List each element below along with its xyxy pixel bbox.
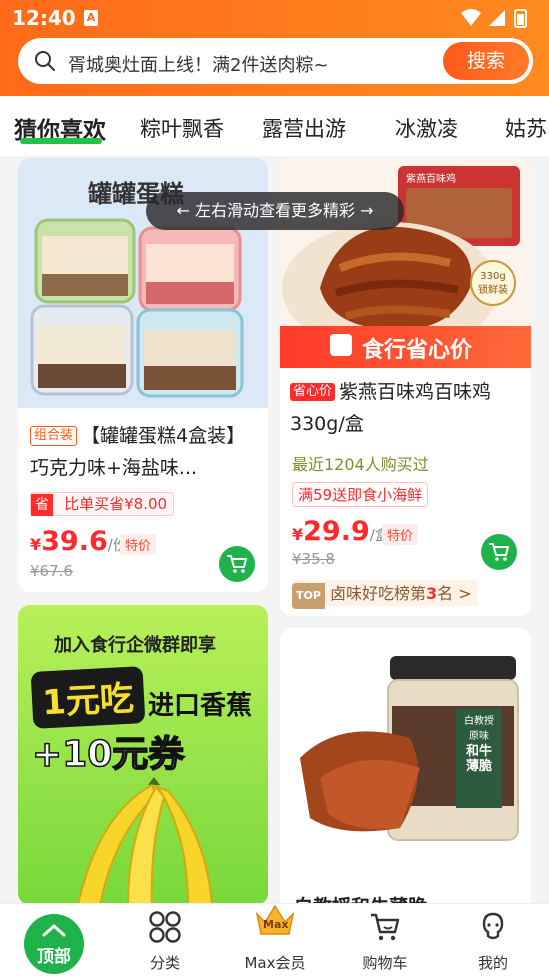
tab-zongye[interactable]: 粽叶飘香 [140,113,224,143]
promo-gift: 满59送即食小海鲜 [292,482,429,507]
app-notification-icon: A [84,10,98,26]
wifi-icon [461,9,481,26]
promo-line2: 进口香蕉 [148,691,253,721]
cart-icon [489,543,509,561]
promo-card-banana[interactable]: 加入食行企微群即享 1元吃 进口香蕉 +10元券 [18,605,268,905]
user-icon [482,912,504,940]
recent-buyers: 最近1204人购买过 [292,455,429,474]
save-badge: 省 [31,494,53,516]
special-tag: 特价 [120,534,157,555]
swipe-hint: ← 左右滑动查看更多精彩 → [146,192,404,230]
weight-badge: 330g 锁鲜装 [470,260,516,306]
active-tab-indicator [20,138,102,144]
jar-label: 白教授 原味 和牛薄脆 [456,708,502,808]
status-bar: 12:40 A [0,0,549,36]
combo-tag: 组合装 [30,426,78,446]
promo-line1: 加入食行企微群即享 [54,635,216,656]
status-time: 12:40 [12,6,76,30]
cart-icon [371,913,400,941]
ranking-link[interactable]: TOP 卤味好吃榜第3名 > [292,580,478,609]
product-title-cake: 组合装 【罐罐蛋糕4盒装】巧克力味+海盐味... [30,425,246,479]
price-cake: ¥39.6/份 [30,526,128,557]
one-yuan-badge: 1元吃 [30,666,146,729]
back-to-top-button[interactable]: 顶部 [24,914,84,974]
top-badge: TOP [292,583,325,609]
category-tabs: 猜你喜欢 粽叶飘香 露营出游 冰激凌 姑苏 [0,96,549,156]
coupon-text: +10元券 [31,733,185,776]
chevron-up-icon [42,924,66,937]
search-button[interactable]: 搜索 [443,42,529,80]
price-banner: 食行省心价 [280,326,531,368]
search-input[interactable]: 胥城奥灶面上线！满2件送肉粽~ 搜索 [18,38,533,84]
banana-illustration [76,777,214,905]
save-heart-tag: 省心价 [290,383,336,401]
price-chicken: ¥29.9/盒 [292,516,390,547]
add-to-cart-button-cake[interactable] [219,546,255,582]
add-to-cart-button-chicken[interactable] [481,534,517,570]
old-price-cake: ¥67.6 [30,562,73,580]
tab-ice-cream[interactable]: 冰激凌 [395,113,458,143]
signal-icon [489,10,505,26]
status-icons [459,7,539,33]
max-badge: Max [263,918,289,931]
cart-icon [227,555,247,573]
product-card-beef[interactable]: 白教授 原味 和牛薄脆 白教授和牛薄脆 [280,628,531,918]
special-tag: 特价 [382,524,419,545]
tab-gusu[interactable]: 姑苏 [505,113,547,143]
promo-savings: 省 比单买省¥8.00 [30,492,175,516]
thumbs-up-icon [330,334,352,356]
tab-camping[interactable]: 露营出游 [262,113,346,143]
search-placeholder: 胥城奥灶面上线！满2件送肉粽~ [68,55,329,76]
product-image-chicken: 紫燕百味鸡 330g 锁鲜装 食行省心价 [280,158,531,368]
search-icon [35,51,55,71]
grid-icon [149,911,181,943]
search-header: 胥城奥灶面上线！满2件送肉粽~ 搜索 [0,36,549,96]
bottom-nav: 顶部 分类 Max Max会员 购物车 我的 [0,903,549,977]
product-title-chicken: 省心价 紫燕百味鸡百味鸡330g/盒 [290,381,492,435]
old-price-chicken: ¥35.8 [292,550,335,568]
battery-icon [514,9,527,28]
product-image-beef: 白教授 原味 和牛薄脆 [280,628,531,888]
